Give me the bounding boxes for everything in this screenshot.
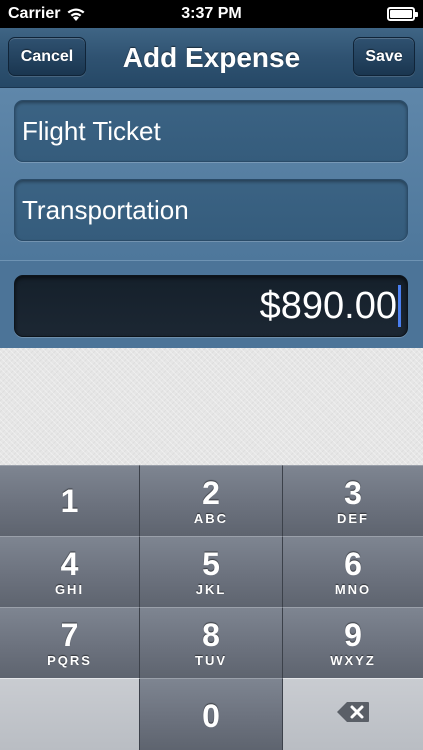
key-7-letters: PQRS [47, 653, 92, 668]
key-2[interactable]: 2 ABC [140, 465, 283, 536]
battery-icon [387, 7, 418, 21]
key-6-digit: 6 [344, 546, 362, 582]
key-4-digit: 4 [60, 546, 79, 582]
expense-name-field[interactable]: Flight Ticket [14, 100, 408, 162]
key-1-digit: 1 [60, 483, 79, 519]
key-1[interactable]: 1 [0, 465, 140, 536]
amount-field[interactable]: $890.00 [14, 275, 408, 337]
key-4-letters: GHI [54, 582, 85, 597]
key-8-digit: 8 [202, 617, 220, 653]
cancel-button[interactable]: Cancel [8, 37, 86, 76]
key-3-letters: DEF [337, 511, 369, 526]
navigation-bar: Add Expense Cancel Save [0, 28, 423, 88]
key-4[interactable]: 4 GHI [0, 536, 140, 607]
amount-area: $890.00 [0, 260, 423, 348]
wifi-icon [66, 7, 86, 22]
battery-fill [390, 10, 412, 18]
key-blank [0, 678, 140, 750]
empty-background [0, 348, 423, 465]
key-9-letters: WXYZ [330, 653, 376, 668]
text-cursor [398, 285, 401, 327]
category-field[interactable]: Transportation [14, 179, 408, 241]
key-5-digit: 5 [202, 546, 220, 582]
amount-value: $890.00 [259, 284, 397, 327]
expense-name-value: Flight Ticket [22, 115, 161, 146]
status-bar: Carrier 3:37 PM [0, 0, 423, 28]
key-3[interactable]: 3 DEF [283, 465, 423, 536]
category-value: Transportation [22, 194, 189, 225]
key-6-letters: MNO [334, 582, 372, 597]
key-0-digit: 0 [202, 697, 220, 734]
key-7-digit: 7 [60, 617, 79, 653]
key-3-digit: 3 [344, 475, 362, 511]
key-9-digit: 9 [344, 617, 362, 653]
carrier-label: Carrier [8, 5, 61, 22]
key-5[interactable]: 5 JKL [140, 536, 283, 607]
save-button[interactable]: Save [353, 37, 415, 76]
key-9[interactable]: 9 WXYZ [283, 607, 423, 678]
key-8[interactable]: 8 TUV [140, 607, 283, 678]
key-2-digit: 2 [202, 475, 220, 511]
key-6[interactable]: 6 MNO [283, 536, 423, 607]
key-2-letters: ABC [193, 511, 229, 526]
form-area: Flight Ticket Transportation [0, 88, 423, 260]
status-left: Carrier [8, 5, 86, 23]
key-7[interactable]: 7 PQRS [0, 607, 140, 678]
key-5-letters: JKL [195, 582, 227, 597]
backspace-icon [336, 701, 370, 728]
key-8-letters: TUV [195, 653, 227, 668]
delete-key[interactable] [283, 678, 423, 750]
key-0[interactable]: 0 [140, 678, 283, 750]
number-keypad: 1 2 ABC 3 DEF 4 GHI 5 JKL 6 MNO 7 PQRS 8… [0, 465, 423, 750]
